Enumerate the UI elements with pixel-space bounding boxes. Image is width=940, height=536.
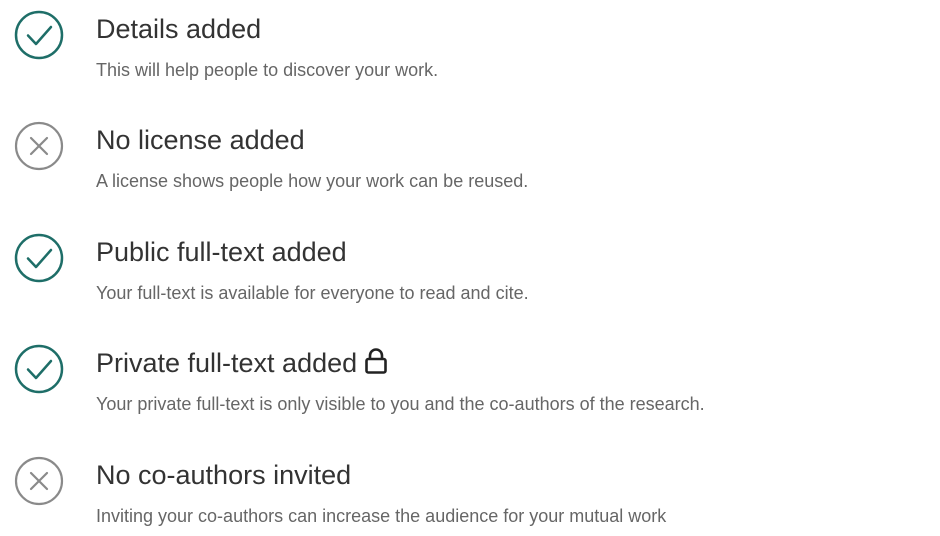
checklist-item-details: Details added This will help people to d… [0,0,940,90]
checklist-item-description: A license shows people how your work can… [96,171,529,191]
checklist-item-title: Details added [96,14,262,44]
checklist-item-title-wrap: Private full-text added [96,346,389,380]
upload-checklist: Details added This will help people to d… [0,0,940,531]
checklist-item-public-fulltext: Public full-text added Your full-text is… [0,223,940,313]
checklist-item-description: This will help people to discover your w… [96,60,439,80]
checklist-item-title: No license added [96,125,305,155]
check-circle-icon [14,344,64,394]
check-circle-icon [14,10,64,60]
checklist-item-description: Your full-text is available for everyone… [96,283,529,303]
checklist-item-license: No license added A license shows people … [0,111,940,201]
x-circle-icon [14,456,64,506]
check-circle-icon [14,233,64,283]
lock-icon [363,347,389,375]
checklist-item-description: Your private full-text is only visible t… [96,394,705,414]
checklist-item-title: No co-authors invited [96,460,352,490]
checklist-item-title: Private full-text added [96,348,358,378]
checklist-item-description: Inviting your co-authors can increase th… [96,506,667,526]
checklist-item-private-fulltext: Private full-text added Your private ful… [0,334,940,424]
checklist-item-coauthors: No co-authors invited Inviting your co-a… [0,446,940,536]
x-circle-icon [14,121,64,171]
checklist-item-title: Public full-text added [96,237,347,267]
